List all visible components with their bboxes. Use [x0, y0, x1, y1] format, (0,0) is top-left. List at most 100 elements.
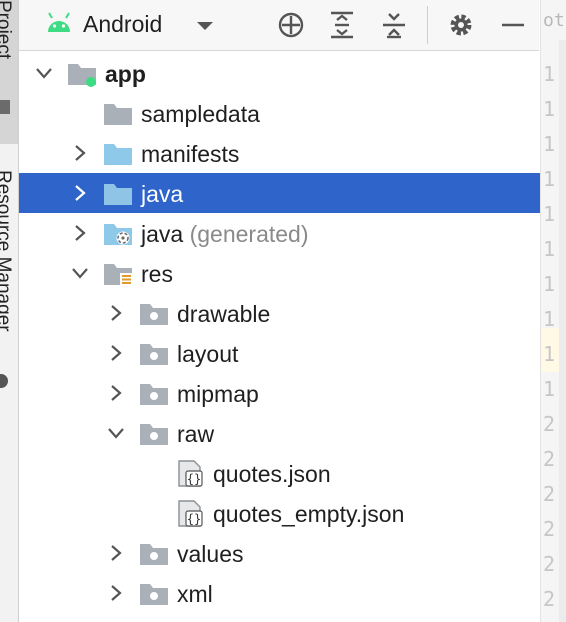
package-folder-icon	[140, 584, 168, 605]
view-selector[interactable]: Android	[83, 11, 162, 38]
tree-item-name: layout	[177, 341, 239, 367]
tree-item-name: sampledata	[141, 101, 260, 127]
tree-item-label: app	[105, 61, 146, 88]
chevron-right-icon[interactable]	[72, 144, 88, 162]
folder-icon	[104, 104, 132, 125]
chevron-down-icon[interactable]	[195, 20, 215, 32]
source-folder-icon	[104, 184, 132, 205]
tree-row[interactable]: java (generated)	[19, 213, 540, 253]
tree-row[interactable]: values	[19, 533, 540, 573]
line-number: 1	[543, 167, 556, 191]
module-folder-icon	[68, 64, 96, 87]
minimize-icon[interactable]	[498, 10, 528, 40]
tree-item-name: raw	[177, 421, 215, 447]
line-number: 1	[543, 132, 556, 156]
line-number: 1	[543, 62, 556, 86]
package-folder-icon	[140, 384, 168, 405]
tree-item-label: raw	[177, 421, 214, 448]
line-number: 1	[543, 97, 556, 121]
resource-folder-icon	[104, 264, 132, 286]
tree-row[interactable]: {} quotes.json	[19, 453, 540, 493]
tree-item-name: manifests	[141, 141, 240, 167]
line-number: 2	[543, 447, 556, 471]
chevron-right-icon[interactable]	[72, 224, 88, 242]
line-number: 1	[543, 237, 556, 261]
editor-gutter-edge: ot 1 1 1 1 1 1 1 1 1 1 2 2 2 2 2 2	[540, 0, 566, 622]
tree-row[interactable]: res	[19, 253, 540, 293]
tree-item-label: layout	[177, 341, 238, 368]
tree-row[interactable]: sampledata	[19, 93, 540, 133]
tree-row[interactable]: app	[19, 53, 540, 93]
tree-item-name: xml	[177, 581, 213, 607]
tree-row[interactable]: layout	[19, 333, 540, 373]
resource-manager-tool-label[interactable]: Resource Manager	[0, 170, 14, 332]
editor-tab-fragment[interactable]: ot	[543, 10, 565, 31]
chevron-right-icon[interactable]	[108, 584, 124, 602]
tree-row[interactable]: drawable	[19, 293, 540, 333]
line-number: 2	[543, 412, 556, 436]
tree-item-label: res	[141, 261, 173, 288]
tool-window-strip: Project Resource Manager	[0, 0, 19, 622]
line-number: 2	[543, 482, 556, 506]
chevron-down-icon[interactable]	[108, 424, 124, 442]
tree-item-name: java	[141, 221, 184, 247]
line-number: 2	[543, 587, 556, 611]
tree-item-label: manifests	[141, 141, 239, 168]
line-number: 2	[543, 552, 556, 576]
chevron-down-icon[interactable]	[72, 264, 88, 282]
line-number: 1	[543, 202, 556, 226]
locate-icon[interactable]	[276, 10, 306, 40]
tree-item-name: app	[105, 61, 146, 87]
project-tab-icon	[0, 100, 10, 114]
tree-row[interactable]: manifests	[19, 133, 540, 173]
chevron-down-icon[interactable]	[36, 64, 52, 82]
resource-manager-icon	[0, 374, 8, 388]
tree-item-name: values	[177, 541, 244, 567]
chevron-right-icon[interactable]	[108, 304, 124, 322]
editor-scrollbar[interactable]	[559, 40, 566, 622]
tree-row[interactable]: {} quotes_empty.json	[19, 493, 540, 533]
chevron-right-icon[interactable]	[108, 544, 124, 562]
package-folder-icon	[140, 424, 168, 445]
project-tool-label[interactable]: Project	[0, 0, 14, 59]
tree-item-label: sampledata	[141, 101, 260, 128]
tree-row[interactable]: raw	[19, 413, 540, 453]
gear-icon[interactable]	[446, 10, 476, 40]
tree-item-label: drawable	[177, 301, 270, 328]
json-file-icon: {}	[178, 500, 203, 527]
chevron-right-icon[interactable]	[108, 384, 124, 402]
tree-item-name: quotes_empty.json	[213, 501, 405, 527]
toolbar-divider	[427, 6, 428, 44]
collapse-all-icon[interactable]	[379, 10, 409, 40]
tree-item-name: drawable	[177, 301, 271, 327]
svg-text:{}: {}	[187, 512, 201, 526]
android-icon	[48, 12, 70, 32]
line-number: 2	[543, 517, 556, 541]
svg-text:{}: {}	[187, 472, 201, 486]
generated-folder-icon	[104, 224, 132, 245]
package-folder-icon	[140, 304, 168, 325]
tree-item-label: java (generated)	[141, 221, 309, 248]
expand-all-icon[interactable]	[327, 10, 357, 40]
tree-item-label: quotes.json	[213, 461, 331, 488]
json-file-icon: {}	[178, 460, 203, 487]
tree-item-label: quotes_empty.json	[213, 501, 404, 528]
package-folder-icon	[140, 344, 168, 365]
tree-row[interactable]: xml	[19, 573, 540, 613]
chevron-right-icon[interactable]	[108, 344, 124, 362]
tree-row[interactable]: mipmap	[19, 373, 540, 413]
line-number: 1	[543, 342, 556, 366]
tree-item-name: java	[141, 181, 184, 207]
line-number: 1	[543, 307, 556, 331]
line-number: 1	[543, 377, 556, 401]
manifests-folder-icon	[104, 144, 132, 165]
tree-item-name: res	[141, 261, 173, 287]
line-number: 1	[543, 272, 556, 296]
tree-item-label: mipmap	[177, 381, 259, 408]
tree-item-label: java	[141, 181, 183, 208]
tree-item-name: quotes.json	[213, 461, 331, 487]
tree-row[interactable]: java	[19, 173, 540, 213]
tree-item-label: values	[177, 541, 243, 568]
tree-item-suffix: (generated)	[189, 221, 309, 247]
chevron-right-icon[interactable]	[72, 184, 88, 202]
